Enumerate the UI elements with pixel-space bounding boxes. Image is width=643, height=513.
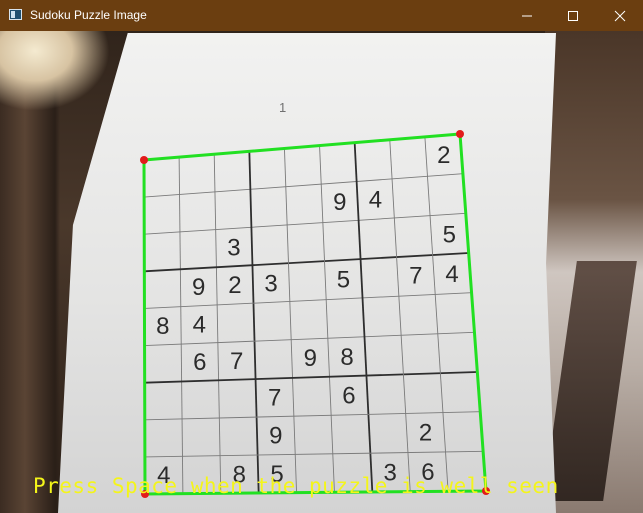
sudoku-digit: 8 (156, 313, 169, 340)
grid-line-vertical (283, 148, 298, 493)
grid-line-horizontal (144, 212, 466, 235)
minimize-icon (522, 15, 532, 17)
sudoku-digit: 9 (304, 345, 317, 372)
sudoku-digit: 4 (369, 187, 382, 214)
sudoku-digit: 3 (264, 270, 277, 297)
sudoku-digit: 5 (443, 221, 456, 248)
corner-marker (456, 130, 464, 138)
grid-line-vertical (389, 139, 411, 492)
grid-line-horizontal (144, 450, 484, 458)
title-bar: Sudoku Puzzle Image (0, 0, 643, 31)
sudoku-digit: 9 (333, 189, 346, 216)
close-icon (614, 10, 626, 22)
sudoku-digit: 2 (437, 142, 450, 169)
grid-line-vertical (213, 154, 222, 494)
sudoku-digit: 7 (230, 348, 243, 375)
sudoku-digit: 6 (193, 349, 206, 376)
sudoku-digit: 2 (419, 420, 432, 447)
sudoku-digit: 9 (192, 274, 205, 301)
maximize-button[interactable] (550, 0, 596, 31)
app-icon (9, 9, 22, 20)
sudoku-digit: 4 (193, 312, 206, 339)
sudoku-digit: 9 (269, 423, 282, 450)
close-button[interactable] (597, 0, 643, 31)
sudoku-digit: 7 (268, 385, 281, 412)
sudoku-digit: 5 (337, 266, 350, 293)
instruction-text: Press Space when the puzzle is well seen (33, 474, 559, 498)
corner-marker (140, 156, 148, 164)
sudoku-grid: 29 43 59 2 3 5 7 48 46 7 9 87 69 24 8 5 3 6 (140, 130, 490, 498)
grid-line-horizontal (144, 411, 481, 421)
window-title: Sudoku Puzzle Image (30, 8, 147, 22)
sudoku-digit: 6 (342, 382, 355, 409)
grid-line-vertical (178, 157, 184, 494)
sudoku-digit: 7 (409, 263, 422, 290)
grid-line-horizontal (144, 173, 463, 198)
camera-frame: 1 29435923574846798769248536 Press Space… (0, 31, 643, 513)
sudoku-digit: 8 (340, 344, 353, 371)
minimize-button[interactable] (504, 0, 550, 31)
sudoku-digit: 3 (227, 234, 240, 261)
grid-line-vertical (248, 151, 260, 494)
sudoku-digit: 2 (228, 272, 241, 299)
sudoku-digit: 4 (445, 261, 458, 288)
maximize-icon (568, 11, 578, 21)
